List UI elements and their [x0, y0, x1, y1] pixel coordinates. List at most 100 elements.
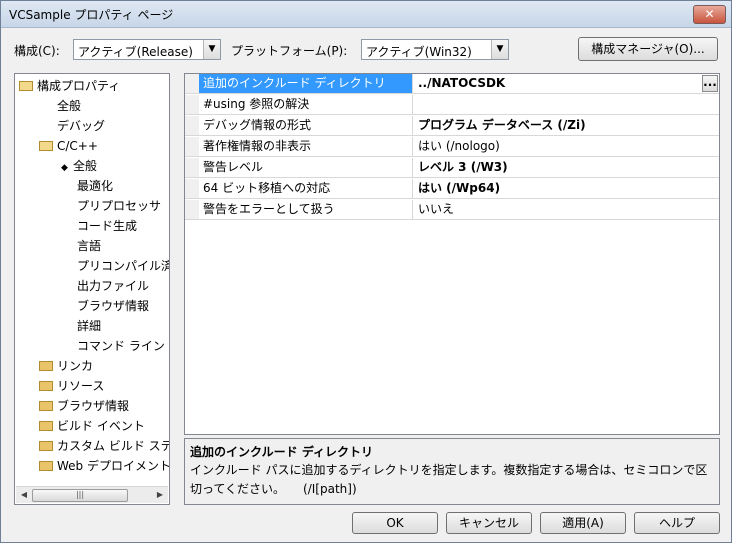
tree-item-label: ビルド イベント — [57, 419, 145, 433]
row-gutter — [185, 158, 199, 177]
property-value[interactable]: いいえ — [414, 200, 719, 219]
tree-item[interactable]: ブラウザ情報 — [77, 296, 149, 316]
chevron-down-icon[interactable]: ▼ — [491, 40, 508, 59]
tree-item-label: プリコンパイル済 — [77, 259, 170, 273]
tree-item[interactable]: 言語 — [77, 236, 101, 256]
tree-item[interactable]: C/C++ — [39, 136, 98, 156]
property-row[interactable]: 警告レベル レベル 3 (/W3) — [185, 158, 719, 178]
category-tree[interactable]: 構成プロパティ 全般 デバッグ C/C++ ◆ 全般 最適化 プリプロセッサ コード生成 言語プ… — [14, 73, 170, 505]
property-name[interactable]: #using 参照の解決 — [199, 95, 413, 114]
tree-root-label: 構成プロパティ — [37, 79, 121, 93]
tree-item[interactable]: 出力ファイル — [77, 276, 149, 296]
description-text: インクルード パスに追加するディレクトリを指定します。複数指定する場合は、セミコ… — [190, 463, 708, 496]
property-name[interactable]: 64 ビット移植への対応 — [199, 179, 413, 198]
tree-item-label: ブラウザ情報 — [77, 299, 150, 313]
folder-icon — [39, 441, 53, 451]
tree-item[interactable]: プリコンパイル済 — [77, 256, 170, 276]
cancel-button[interactable]: キャンセル — [446, 512, 532, 534]
tree-root[interactable]: 構成プロパティ — [19, 76, 120, 96]
property-row[interactable]: #using 参照の解決 — [185, 95, 719, 115]
tree-item[interactable]: プリプロセッサ — [77, 196, 161, 216]
description-title: 追加のインクルード ディレクトリ — [190, 445, 373, 459]
tree-item[interactable]: デバッグ — [57, 116, 105, 136]
folder-open-icon — [19, 81, 33, 91]
platform-label: プラットフォーム(P): — [231, 44, 348, 58]
tree-item[interactable]: 詳細 — [77, 316, 101, 336]
tree-item-label: 詳細 — [77, 319, 102, 333]
tree-item-label: ブラウザ情報 — [57, 399, 130, 413]
chevron-down-icon[interactable]: ▼ — [203, 40, 220, 59]
tree-item-label: 全般 — [73, 159, 98, 173]
platform-value: アクティブ(Win32) — [366, 45, 472, 59]
property-row[interactable]: デバッグ情報の形式 プログラム データベース (/Zi) — [185, 116, 719, 136]
tree-item[interactable]: リンカ — [39, 356, 93, 376]
tree-horizontal-scrollbar[interactable]: ◀ ||| ▶ — [16, 486, 168, 503]
scroll-right-icon[interactable]: ▶ — [153, 488, 167, 502]
tree-item[interactable]: Web デプロイメント — [39, 456, 170, 476]
property-pages-window: VCSample プロパティ ページ ✕ 構成(C): アクティブ(Releas… — [0, 0, 732, 543]
property-value[interactable]: はい (/Wp64) — [414, 179, 719, 198]
row-gutter — [185, 200, 199, 219]
browse-ellipsis-button[interactable]: ... — [702, 75, 718, 92]
tree-item[interactable]: カスタム ビルド ステ — [39, 436, 170, 456]
tree-item-label: リンカ — [57, 359, 94, 373]
apply-button[interactable]: 適用(A) — [540, 512, 626, 534]
description-panel: 追加のインクルード ディレクトリ インクルード パスに追加するディレクトリを指定… — [184, 438, 720, 505]
tree-item-label: プリプロセッサ — [77, 199, 162, 213]
property-name[interactable]: 著作権情報の非表示 — [199, 137, 413, 156]
folder-icon — [39, 461, 53, 471]
property-value[interactable]: レベル 3 (/W3) — [414, 158, 719, 177]
property-row[interactable]: 追加のインクルード ディレクトリ ../NATOCSDK... — [185, 74, 719, 94]
tree-item[interactable]: ◆ 全般 — [61, 156, 97, 176]
row-gutter — [185, 74, 199, 93]
row-gutter — [185, 95, 199, 114]
tree-item-label: カスタム ビルド ステ — [57, 439, 170, 453]
tree-item-label: Web デプロイメント — [57, 459, 170, 473]
property-name[interactable]: 追加のインクルード ディレクトリ — [199, 74, 413, 93]
property-name[interactable]: デバッグ情報の形式 — [199, 116, 413, 135]
folder-open-icon — [39, 141, 53, 151]
platform-dropdown[interactable]: アクティブ(Win32) ▼ — [361, 39, 509, 60]
property-row[interactable]: 警告をエラーとして扱う いいえ — [185, 200, 719, 220]
tree-item-label: コード生成 — [77, 219, 138, 233]
row-gutter — [185, 116, 199, 135]
tree-item-label: 出力ファイル — [77, 279, 150, 293]
config-dropdown[interactable]: アクティブ(Release) ▼ — [73, 39, 221, 60]
property-value[interactable]: ../NATOCSDK — [414, 74, 719, 93]
property-value[interactable] — [414, 95, 719, 114]
tree-item[interactable]: 全般 — [57, 96, 81, 116]
folder-icon — [39, 361, 53, 371]
scroll-left-icon[interactable]: ◀ — [17, 488, 31, 502]
property-name[interactable]: 警告レベル — [199, 158, 413, 177]
tree-item-label: デバッグ — [57, 119, 106, 133]
config-manager-button[interactable]: 構成マネージャ(O)... — [578, 37, 718, 61]
property-grid[interactable]: 追加のインクルード ディレクトリ ../NATOCSDK... #using 参照の… — [184, 73, 720, 435]
tree-item-label: 言語 — [77, 239, 102, 253]
tree-item-label: 最適化 — [77, 179, 114, 193]
tree-item-label: リソース — [57, 379, 105, 393]
folder-icon — [39, 381, 53, 391]
tree-item[interactable]: 最適化 — [77, 176, 113, 196]
selection-arrow-icon: ◆ — [61, 163, 68, 173]
property-value[interactable]: プログラム データベース (/Zi) — [414, 116, 719, 135]
property-row[interactable]: 著作権情報の非表示 はい (/nologo) — [185, 137, 719, 157]
folder-icon — [39, 401, 53, 411]
tree-item[interactable]: コマンド ライン — [77, 336, 165, 356]
close-button[interactable]: ✕ — [693, 5, 726, 24]
tree-item[interactable]: コード生成 — [77, 216, 137, 236]
window-title: VCSample プロパティ ページ — [9, 8, 174, 22]
title-bar[interactable]: VCSample プロパティ ページ ✕ — [1, 1, 731, 28]
tree-item[interactable]: リソース — [39, 376, 104, 396]
scroll-thumb[interactable]: ||| — [32, 489, 128, 502]
tree-item-label: コマンド ライン — [77, 339, 165, 353]
property-value[interactable]: はい (/nologo) — [414, 137, 719, 156]
tree-item[interactable]: ブラウザ情報 — [39, 396, 129, 416]
ok-button[interactable]: OK — [352, 512, 438, 534]
property-name[interactable]: 警告をエラーとして扱う — [199, 200, 413, 219]
tree-item[interactable]: ビルド イベント — [39, 416, 145, 436]
config-value: アクティブ(Release) — [78, 45, 193, 59]
property-row[interactable]: 64 ビット移植への対応 はい (/Wp64) — [185, 179, 719, 199]
row-gutter — [185, 137, 199, 156]
help-button[interactable]: ヘルプ — [634, 512, 720, 534]
folder-icon — [39, 421, 53, 431]
